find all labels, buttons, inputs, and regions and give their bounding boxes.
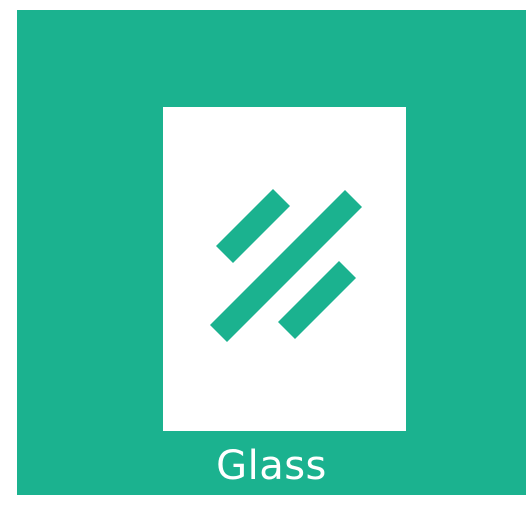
glass-tile[interactable]: Glass — [17, 10, 526, 495]
glass-pane-icon — [163, 107, 406, 431]
tile-label: Glass — [216, 443, 327, 489]
